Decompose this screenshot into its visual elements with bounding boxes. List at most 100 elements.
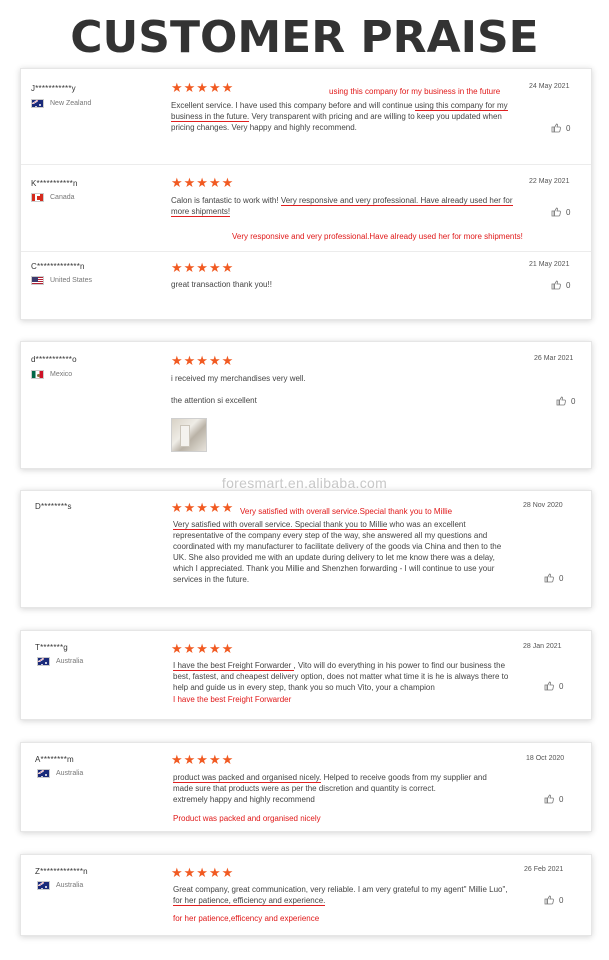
- review-text: great transaction thank you!!: [171, 280, 272, 289]
- flag-nz-icon: [31, 99, 44, 108]
- review-text-2: the attention si excellent: [171, 396, 257, 405]
- reviewer-name: T*******g: [35, 643, 68, 652]
- flag-us-icon: [31, 276, 44, 285]
- flag-au-icon: [37, 881, 50, 890]
- like-count: 0: [559, 681, 564, 691]
- rating-stars-icon: ★★★★★: [171, 176, 235, 191]
- rating-stars-icon: ★★★★★: [171, 642, 235, 657]
- review-card-4: T*******g Australia ★★★★★ 28 Jan 2021 I …: [20, 630, 592, 720]
- reviewer-name: Z*************n: [35, 867, 88, 876]
- reviewer-name: A********m: [35, 755, 74, 764]
- review-date: 26 Feb 2021: [524, 866, 564, 873]
- review-text: product was packed and organised nicely.…: [173, 773, 487, 793]
- page-title: CUSTOMER PRAISE: [70, 12, 539, 63]
- reviewer-country: Australia: [37, 657, 83, 666]
- like-button[interactable]: 0: [544, 681, 563, 691]
- review-card-3: D********s ★★★★★ Very satisfied with ove…: [20, 490, 592, 608]
- underlined-quote: Very satisfied with overall service. Spe…: [173, 520, 388, 530]
- review-date: 28 Jan 2021: [523, 643, 562, 650]
- review-card-2: d***********o Mexico ★★★★★ 26 Mar 2021 i…: [20, 341, 592, 469]
- review-text: Calon is fantastic to work with! Very re…: [171, 196, 513, 217]
- review-date: 28 Nov 2020: [523, 502, 563, 509]
- reviewer-country: New Zealand: [31, 99, 91, 108]
- thumbs-up-icon: [544, 573, 554, 583]
- country-label: Australia: [56, 882, 84, 889]
- thumbs-up-icon: [544, 895, 554, 905]
- like-count: 0: [559, 895, 564, 905]
- flag-au-icon: [37, 657, 50, 666]
- thumbs-up-icon: [556, 396, 566, 406]
- review-date: 18 Oct 2020: [526, 755, 565, 762]
- thumbs-up-icon: [544, 681, 554, 691]
- highlight-note: for her patience,efficency and experienc…: [173, 914, 320, 923]
- highlight-note: using this company for my business in th…: [329, 87, 501, 96]
- rating-stars-icon: ★★★★★: [171, 81, 235, 96]
- review-text-2: extremely happy and highly recommend: [173, 795, 315, 804]
- like-button[interactable]: 0: [556, 396, 575, 406]
- thumbs-up-icon: [544, 794, 554, 804]
- like-count: 0: [566, 207, 571, 217]
- reviewer-name: d***********o: [31, 355, 77, 364]
- reviewer-name: D********s: [35, 502, 72, 511]
- reviewer-country: Canada: [31, 193, 75, 202]
- like-count: 0: [559, 794, 564, 804]
- review-photo-thumbnail[interactable]: [171, 418, 207, 452]
- country-label: Australia: [56, 770, 84, 777]
- like-count: 0: [566, 280, 571, 290]
- like-button[interactable]: 0: [551, 207, 570, 217]
- rating-stars-icon: ★★★★★: [171, 753, 235, 768]
- rating-stars-icon: ★★★★★: [171, 866, 235, 881]
- country-label: New Zealand: [50, 100, 92, 107]
- like-count: 0: [566, 123, 571, 133]
- country-label: Australia: [56, 658, 84, 665]
- underlined-quote: for her patience, efficiency and experie…: [173, 896, 326, 906]
- reviewer-name: K***********n: [31, 179, 78, 188]
- rating-stars-icon: ★★★★★: [171, 261, 235, 276]
- watermark-text: foresmart.en.alibaba.com: [221, 475, 388, 491]
- review-card-6: Z*************n Australia ★★★★★ 26 Feb 2…: [20, 854, 592, 936]
- reviewer-country: Mexico: [31, 370, 72, 379]
- like-count: 0: [559, 573, 564, 583]
- reviewer-country: Australia: [37, 769, 83, 778]
- divider: [21, 251, 591, 252]
- country-label: United States: [50, 277, 93, 284]
- like-count: 0: [571, 396, 576, 406]
- review-date: 21 May 2021: [529, 261, 570, 268]
- underlined-quote: product was packed and organised nicely.: [173, 773, 322, 783]
- highlight-note: Very satisfied with overall service.Spec…: [240, 507, 453, 516]
- highlight-note: Product was packed and organised nicely: [173, 814, 321, 823]
- underlined-quote: I have the best Freight Forwarder: [173, 661, 294, 671]
- like-button[interactable]: 0: [544, 573, 563, 583]
- thumbs-up-icon: [551, 207, 561, 217]
- highlight-note: Very responsive and very professional.Ha…: [232, 232, 523, 241]
- country-label: Mexico: [50, 371, 73, 378]
- review-date: 26 Mar 2021: [534, 355, 574, 362]
- review-date: 22 May 2021: [529, 178, 570, 185]
- reviewer-country: Australia: [37, 881, 83, 890]
- thumbs-up-icon: [551, 123, 561, 133]
- reviewer-name: J***********y: [31, 84, 76, 93]
- flag-mx-icon: [31, 370, 44, 379]
- rating-stars-icon: ★★★★★: [171, 501, 235, 516]
- review-card-1: J***********y New Zealand ★★★★★ using th…: [20, 68, 592, 320]
- reviewer-country: United States: [31, 276, 92, 285]
- review-text: i received my merchandises very well.: [171, 374, 306, 383]
- country-label: Canada: [50, 194, 75, 201]
- like-button[interactable]: 0: [551, 123, 570, 133]
- like-button[interactable]: 0: [544, 794, 563, 804]
- like-button[interactable]: 0: [544, 895, 563, 905]
- highlight-note: I have the best Freight Forwarder: [173, 695, 292, 704]
- review-text: Excellent service. I have used this comp…: [171, 101, 508, 132]
- review-card-5: A********m Australia ★★★★★ 18 Oct 2020 p…: [20, 742, 592, 832]
- flag-au-icon: [37, 769, 50, 778]
- review-date: 24 May 2021: [529, 83, 570, 90]
- like-button[interactable]: 0: [551, 280, 570, 290]
- thumbs-up-icon: [551, 280, 561, 290]
- flag-ca-icon: [31, 193, 44, 202]
- reviewer-name: C*************n: [31, 262, 85, 271]
- review-text: Very satisfied with overall service. Spe…: [173, 520, 502, 584]
- rating-stars-icon: ★★★★★: [171, 354, 235, 369]
- review-text: I have the best Freight Forwarder , Vito…: [173, 661, 509, 692]
- divider: [21, 164, 591, 165]
- review-text: Great company, great communication, very…: [173, 885, 508, 906]
